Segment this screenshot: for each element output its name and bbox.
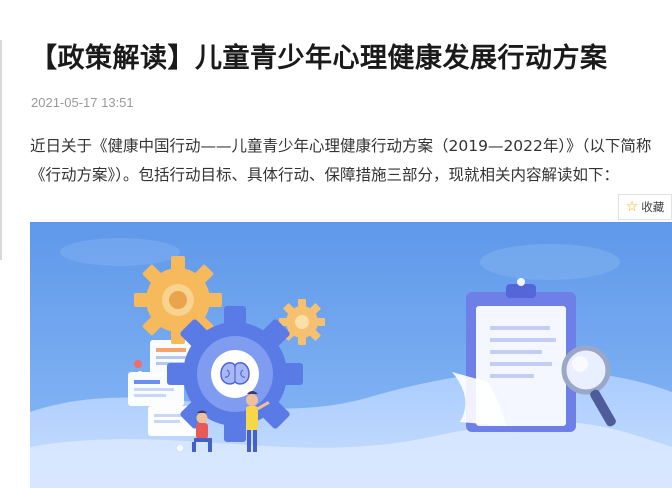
favorite-label: 收藏 [641,200,665,214]
star-outline-icon: ☆ [625,199,639,215]
clipboard-icon [452,278,576,432]
brain-icon [220,361,250,385]
article-title: 【政策解读】儿童青少年心理健康发展行动方案 [30,43,608,74]
hero-illustration [30,222,672,488]
left-divider [0,40,2,260]
publish-date: 2021-05-17 13:51 [31,95,134,110]
favorite-button[interactable]: ☆ 收藏 [618,194,672,220]
gear-icon [167,306,303,442]
article-intro: 近日关于《健康中国行动——儿童青少年心理健康行动方案（2019—2022年）》（… [30,137,652,184]
